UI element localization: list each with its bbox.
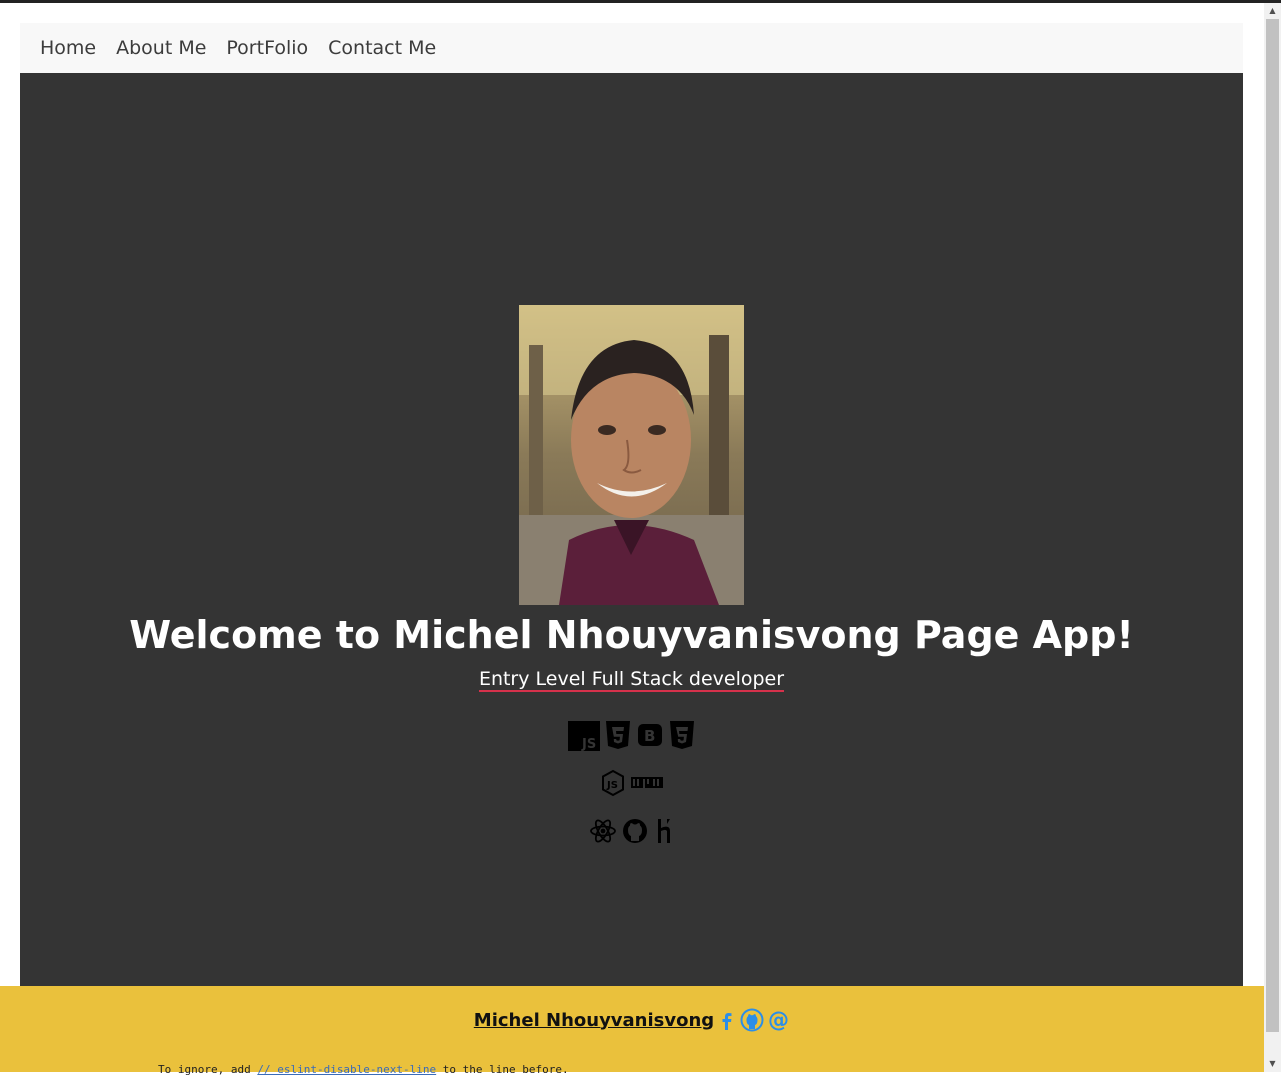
svg-text:B: B [644,727,655,745]
npm-icon [630,777,663,788]
scroll-down-arrow-icon[interactable]: ▼ [1264,1056,1281,1072]
console-prefix: To ignore, add [158,1063,258,1076]
vertical-scrollbar[interactable]: ▲ ▼ [1264,3,1281,1072]
page-subtitle: Entry Level Full Stack developer [20,668,1243,692]
facebook-icon[interactable] [718,1008,736,1032]
footer: Michel Nhouyvanisvong @ [0,986,1264,1072]
dev-console-overlay: To ignore, add // eslint-disable-next-li… [158,1064,858,1076]
javascript-icon: JS [567,721,600,751]
nav-portfolio[interactable]: PortFolio [226,37,308,59]
scrollbar-thumb[interactable] [1266,19,1279,1032]
tech-icons-row-2: JS [20,769,1243,797]
svg-text:JS: JS [581,737,596,751]
console-suffix: to the line before. [436,1063,569,1076]
profile-photo [519,305,744,605]
html5-icon [605,721,630,749]
nodejs-icon: JS [601,769,624,797]
hero-section: Welcome to Michel Nhouyvanisvong Page Ap… [20,73,1243,986]
svg-text:@: @ [768,1008,789,1032]
svg-text:JS: JS [606,780,618,791]
nav-contact-me[interactable]: Contact Me [328,37,436,59]
css3-icon [669,721,694,749]
github-icon[interactable] [740,1008,764,1032]
tech-icons-row-1: JS B [20,719,1243,751]
page-title: Welcome to Michel Nhouyvanisvong Page Ap… [129,613,1134,657]
window-top-border [0,0,1281,3]
bootstrap-icon: B [637,724,662,746]
heroku-icon [657,819,670,843]
scroll-up-arrow-icon[interactable]: ▲ [1264,3,1281,19]
subtitle-text: Entry Level Full Stack developer [478,668,785,692]
footer-content: Michel Nhouyvanisvong @ [0,1008,1264,1032]
github-icon [622,819,647,843]
tech-icons-row-3 [20,817,1243,845]
email-icon[interactable]: @ [768,1008,790,1032]
footer-author-link[interactable]: Michel Nhouyvanisvong [474,1010,714,1031]
console-code: // eslint-disable-next-line [257,1063,437,1076]
navbar: Home About Me PortFolio Contact Me [20,23,1243,73]
react-icon [589,819,616,843]
nav-about-me[interactable]: About Me [116,37,206,59]
nav-home[interactable]: Home [40,37,96,59]
